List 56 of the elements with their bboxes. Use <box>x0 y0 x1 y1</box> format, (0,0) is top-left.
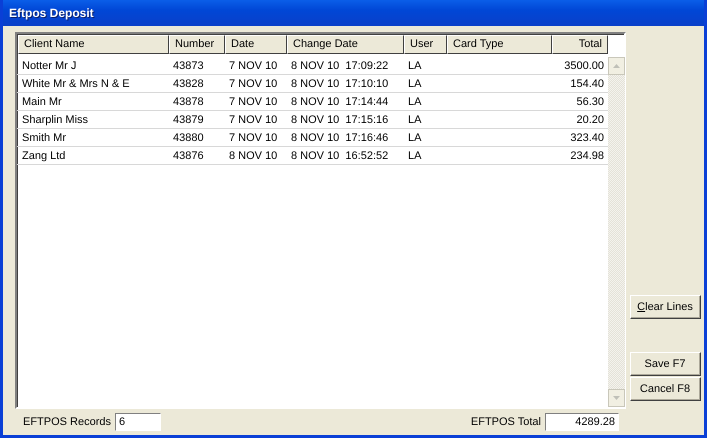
table-cell-text: White Mr & Mrs N & E <box>21 77 131 92</box>
table-cell-text: 8 NOV 10 17:10:10 <box>290 77 390 92</box>
column-header[interactable]: Total <box>552 35 608 54</box>
table-cell-text: 43878 <box>172 95 205 110</box>
column-header[interactable]: Change Date <box>287 35 404 54</box>
scroll-up-button[interactable] <box>608 57 625 75</box>
scroll-down-button[interactable] <box>608 389 625 407</box>
table-cell-text: 323.40 <box>569 131 605 146</box>
column-header[interactable]: User <box>404 35 447 54</box>
table-cell-text: 43880 <box>172 131 205 146</box>
table-cell-text: LA <box>407 59 422 74</box>
table-cell-text: 7 NOV 10 <box>228 95 278 110</box>
save-button[interactable]: Save F7 <box>630 352 700 376</box>
records-label: EFTPOS Records <box>23 416 112 428</box>
table-cell-text: 8 NOV 10 17:09:22 <box>290 59 390 74</box>
table-cell-text: LA <box>407 131 422 146</box>
table-cell-text: 43828 <box>172 77 205 92</box>
table-cell-text: 20.20 <box>575 113 605 128</box>
cancel-button[interactable]: Cancel F8 <box>630 377 700 401</box>
column-header[interactable]: Card Type <box>447 35 552 54</box>
records-field[interactable]: 6 <box>115 413 162 431</box>
table-cell-text: 154.40 <box>569 77 605 92</box>
total-field[interactable]: 4289.28 <box>545 413 619 431</box>
table-cell-text: 43873 <box>172 59 205 74</box>
table-cell-text: 7 NOV 10 <box>228 131 278 146</box>
table-cell-text: 234.98 <box>569 149 605 164</box>
table-cell-text: LA <box>407 77 422 92</box>
column-header[interactable]: Number <box>169 35 225 54</box>
table-cell-text: 8 NOV 10 17:14:44 <box>290 95 390 110</box>
table-cell-text: 8 NOV 10 17:15:16 <box>290 113 390 128</box>
table-cell-text: Main Mr <box>21 95 63 110</box>
table-cell-text: LA <box>407 113 422 128</box>
scrollbar[interactable] <box>608 57 625 407</box>
table-cell-text: 43879 <box>172 113 205 128</box>
table-cell-text: 7 NOV 10 <box>228 59 278 74</box>
table-cell-text: Sharplin Miss <box>21 113 90 128</box>
table-cell-text: 8 NOV 10 17:16:46 <box>290 131 390 146</box>
table-cell-text: 7 NOV 10 <box>228 77 278 92</box>
total-label: EFTPOS Total <box>470 416 541 428</box>
table-cell-text: 56.30 <box>575 95 605 110</box>
column-header[interactable]: Client Name <box>18 35 169 54</box>
table-cell-text: Smith Mr <box>21 131 67 146</box>
table-cell-text: Notter Mr J <box>21 59 78 74</box>
window-title: Eftpos Deposit <box>9 6 94 20</box>
table-cell-text: LA <box>407 95 422 110</box>
table-cell-text: Zang Ltd <box>21 149 66 164</box>
column-header[interactable]: Date <box>225 35 287 54</box>
clear-lines-button[interactable]: Clear Lines <box>630 295 700 319</box>
up-arrow-icon <box>613 64 620 68</box>
table-cell-text: LA <box>407 149 422 164</box>
table-cell-text: 3500.00 <box>563 59 605 74</box>
table-cell-text: 43876 <box>172 149 205 164</box>
table-cell-text: 8 NOV 10 <box>228 149 278 164</box>
table-cell-text: 8 NOV 10 16:52:52 <box>290 149 390 164</box>
table-cell-text: 7 NOV 10 <box>228 113 278 128</box>
down-arrow-icon <box>613 396 620 400</box>
